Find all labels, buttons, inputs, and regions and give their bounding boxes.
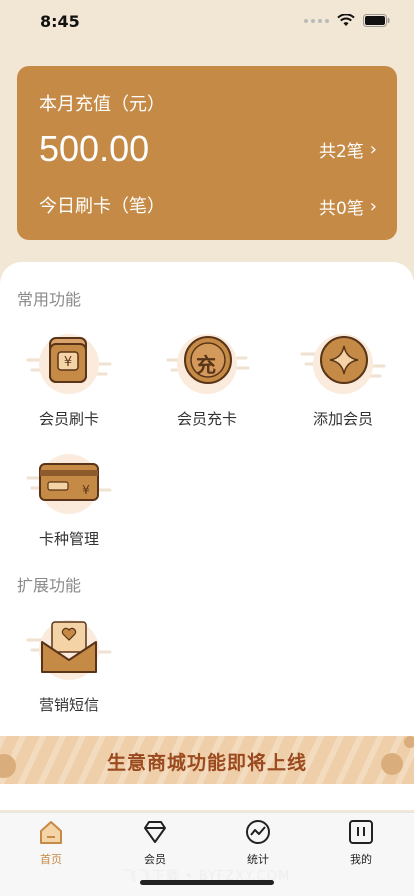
status-bar: 8:45 (0, 0, 414, 44)
card-icon: ¥ (24, 450, 114, 520)
profile-icon (349, 820, 373, 844)
tab-members[interactable]: 会员 (115, 819, 195, 867)
chart-icon (246, 820, 270, 844)
wifi-icon (337, 14, 355, 26)
status-icons (304, 14, 390, 27)
home-indicator (140, 880, 274, 885)
daily-swipe-label: 今日刷卡（笔） (39, 196, 165, 217)
marketing-sms-button[interactable]: 营销短信 (4, 616, 134, 715)
monthly-recharge-label: 本月充值（元） (39, 94, 165, 115)
summary-card: 本月充值（元） 500.00 共2笔 › 今日刷卡（笔） 共0笔 › (17, 66, 397, 240)
member-swipe-label: 会员刷卡 (38, 410, 99, 428)
extension-functions-title: 扩展功能 (17, 576, 82, 595)
marketing-sms-label: 营销短信 (38, 696, 99, 714)
chevron-right-icon: › (369, 196, 377, 217)
banner-text: 生意商城功能即将上线 (106, 752, 307, 774)
yen-wallet-icon: ¥ (24, 330, 114, 400)
card-type-management-label: 卡种管理 (38, 530, 99, 548)
heart-envelope-icon (24, 616, 114, 686)
star-coin-icon (298, 330, 388, 400)
add-member-button[interactable]: 添加会员 (278, 330, 408, 429)
monthly-recharge-amount: 500.00 (39, 128, 150, 169)
swipe-count: 共0笔 (318, 199, 364, 219)
home-icon (40, 821, 62, 844)
svg-text:¥: ¥ (82, 483, 90, 497)
member-recharge-button[interactable]: 充 会员充卡 (142, 330, 272, 429)
signal-icon (304, 18, 329, 23)
tab-home[interactable]: 首页 (11, 819, 91, 867)
mall-coming-soon-banner[interactable]: 生意商城功能即将上线 (0, 736, 414, 784)
battery-icon (363, 14, 390, 27)
status-time: 8:45 (40, 12, 80, 31)
chevron-right-icon: › (369, 139, 377, 160)
recharge-glyph: 充 (196, 353, 216, 377)
member-swipe-button[interactable]: ¥ 会员刷卡 (4, 330, 134, 429)
card-type-management-button[interactable]: ¥ 卡种管理 (4, 450, 134, 549)
recharge-coin-icon: 充 (162, 330, 252, 400)
recharge-count: 共2笔 (318, 142, 364, 162)
common-functions-title: 常用功能 (17, 290, 82, 309)
tab-profile[interactable]: 我的 (321, 819, 401, 867)
diamond-icon (144, 821, 166, 843)
recharge-count-link[interactable]: 共2笔 › (319, 137, 377, 162)
tab-statistics[interactable]: 统计 (218, 819, 298, 867)
add-member-label: 添加会员 (312, 410, 373, 428)
member-recharge-label: 会员充卡 (176, 410, 237, 428)
swipe-count-link[interactable]: 共0笔 › (319, 194, 377, 219)
function-sheet: 常用功能 ¥ 会员刷卡 充 会员充卡 添加会员 ¥ 卡种管理 扩展功能 营销短信 (0, 262, 414, 810)
svg-text:¥: ¥ (64, 355, 72, 370)
